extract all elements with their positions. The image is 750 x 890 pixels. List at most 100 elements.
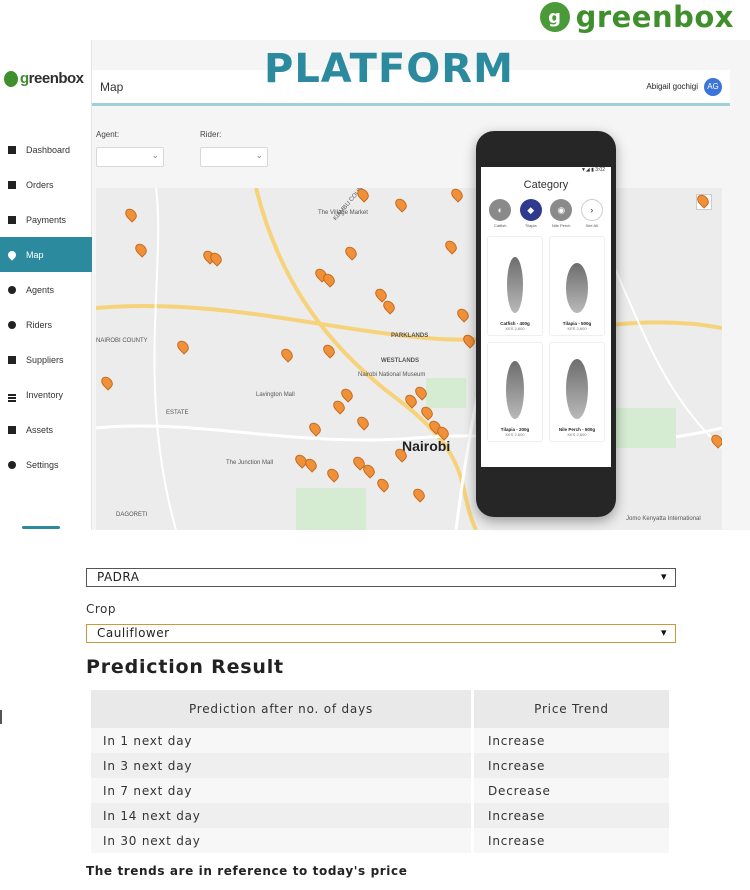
- market-select[interactable]: PADRA: [86, 568, 676, 587]
- category-label: Tilapia: [524, 223, 537, 228]
- sidebar-item-suppliers[interactable]: Suppliers: [0, 342, 92, 377]
- rider-icon: [8, 320, 16, 329]
- sidebar-item-orders[interactable]: Orders: [0, 167, 92, 202]
- assets-icon: [8, 425, 16, 434]
- sidebar-item-dashboard[interactable]: Dashboard: [0, 132, 92, 167]
- sidebar-nav: Dashboard Orders Payments Map Agents Rid…: [0, 132, 92, 482]
- fish-image: [507, 257, 523, 313]
- phone-mockup: ▼◢ ▮ 3:02 Category ◐ Catfish ◆ Tilapia ◉ Ni…: [476, 131, 616, 517]
- sidebar-item-label: Inventory: [26, 389, 64, 400]
- dashboard-icon: [8, 145, 16, 154]
- days-cell: In 30 next day: [91, 828, 471, 853]
- prediction-table: Prediction after no. of days Price Trend…: [88, 690, 672, 853]
- map-label-junction-mall: The Junction Mall: [226, 460, 274, 466]
- sidebar-item-label: Riders: [26, 319, 53, 330]
- table-row: In 30 next day Increase: [91, 828, 669, 853]
- sidebar-item-agents[interactable]: Agents: [0, 272, 92, 307]
- sidebar-item-assets[interactable]: Assets: [0, 412, 92, 447]
- prediction-note: The trends are in reference to today's p…: [86, 864, 408, 878]
- category-see-all[interactable]: › See All: [580, 199, 603, 228]
- sidebar: greenbox Dashboard Orders Payments Map A…: [0, 40, 92, 530]
- category-label: Catfish: [494, 223, 507, 228]
- sidebar-item-label: Map: [26, 249, 44, 260]
- product-price: KES 2,600: [567, 432, 587, 437]
- avatar[interactable]: AG: [704, 77, 722, 96]
- map-label-village-market: The Village Market: [318, 210, 368, 216]
- user-menu[interactable]: Abigail gochigi AG: [646, 77, 722, 96]
- sidebar-item-settings[interactable]: Settings: [0, 447, 92, 482]
- table-row: In 1 next day Increase: [91, 728, 669, 753]
- truck-icon: [8, 355, 16, 364]
- product-price: KES 2,600: [505, 432, 525, 437]
- rider-filter: Rider:: [200, 130, 268, 167]
- phone-screen: ▼◢ ▮ 3:02 Category ◐ Catfish ◆ Tilapia ◉ Ni…: [481, 167, 611, 467]
- category-nile-perch[interactable]: ◉ Nile Perch: [550, 199, 573, 228]
- map-label-westlands: WESTLANDS: [381, 358, 419, 364]
- sidebar-logo-text: greenbox: [20, 70, 84, 87]
- product-card[interactable]: Tilapia - 500g KES 2,600: [549, 236, 605, 336]
- trend-cell: Increase: [474, 803, 669, 828]
- days-cell: In 1 next day: [91, 728, 471, 753]
- sidebar-item-label: Payments: [26, 214, 67, 225]
- map-label-lavington: Lavington Mall: [256, 392, 295, 398]
- agent-select[interactable]: [96, 147, 164, 167]
- logo-text-prefix: g: [20, 70, 29, 87]
- catfish-icon: ◐: [489, 199, 512, 221]
- sidebar-item-label: Settings: [26, 459, 59, 470]
- dashboard-screenshot: greenbox Dashboard Orders Payments Map A…: [0, 40, 750, 530]
- category-list: ◐ Catfish ◆ Tilapia ◉ Nile Perch › See All: [481, 199, 611, 228]
- crop-select[interactable]: Cauliflower: [86, 624, 676, 643]
- sidebar-logo[interactable]: greenbox: [4, 70, 84, 87]
- agent-icon: [8, 285, 16, 294]
- trend-cell: Increase: [474, 753, 669, 778]
- sidebar-item-label: Orders: [26, 179, 54, 190]
- greenbox-brand: g greenbox: [539, 0, 734, 34]
- sidebar-item-map[interactable]: Map: [0, 237, 92, 272]
- tilapia-icon: ◆: [519, 199, 542, 221]
- trend-cell: Increase: [474, 728, 669, 753]
- user-name: Abigail gochigi: [646, 82, 698, 91]
- table-row: In 3 next day Increase: [91, 753, 669, 778]
- sidebar-item-label: Assets: [26, 424, 54, 435]
- sidebar-item-inventory[interactable]: Inventory: [0, 377, 92, 412]
- brand-name: greenbox: [575, 0, 734, 34]
- days-cell: In 7 next day: [91, 778, 471, 803]
- page-title: Map: [100, 79, 124, 94]
- chevron-right-icon: ›: [580, 199, 603, 221]
- product-card[interactable]: Tilapia - 200g KES 2,600: [487, 342, 543, 442]
- fish-image: [566, 359, 588, 419]
- map-label-parklands: PARKLANDS: [391, 333, 429, 339]
- map-label-estate: ESTATE: [166, 410, 189, 416]
- nile-perch-icon: ◉: [550, 199, 573, 221]
- greenbox-logo-mark-icon: [4, 70, 18, 87]
- rider-select[interactable]: [200, 147, 268, 167]
- logo-text-rest: reenbox: [28, 70, 84, 87]
- sidebar-item-payments[interactable]: Payments: [0, 202, 92, 237]
- table-row: In 14 next day Increase: [91, 803, 669, 828]
- map-label-museum: Nairobi National Museum: [358, 372, 426, 378]
- category-tilapia[interactable]: ◆ Tilapia: [519, 199, 542, 228]
- product-card[interactable]: Nile Perch - 500g KES 2,600: [549, 342, 605, 442]
- sidebar-item-label: Dashboard: [26, 144, 71, 155]
- filters: Agent: Rider:: [96, 130, 268, 167]
- list-icon: [8, 393, 16, 396]
- map-pin-icon: [6, 248, 18, 261]
- sidebar-item-riders[interactable]: Riders: [0, 307, 92, 342]
- product-card[interactable]: Catfish - 400g KES 2,600: [487, 236, 543, 336]
- product-grid: Catfish - 400g KES 2,600 Tilapia - 500g KE…: [481, 228, 611, 450]
- fish-image: [566, 263, 588, 313]
- payment-icon: [8, 215, 16, 224]
- product-price: KES 2,600: [505, 326, 525, 331]
- rider-filter-label: Rider:: [200, 130, 222, 139]
- map-view[interactable]: KIAMBU COUNTY NAIROBI COUNTY PARKLANDS W…: [96, 188, 722, 530]
- agent-filter-label: Agent:: [96, 130, 120, 139]
- column-header-trend: Price Trend: [474, 690, 669, 728]
- map-label-nairobi-county: NAIROBI COUNTY: [96, 338, 148, 344]
- trend-cell: Decrease: [474, 778, 669, 803]
- sidebar-item-label: Agents: [26, 284, 55, 295]
- category-catfish[interactable]: ◐ Catfish: [489, 199, 512, 228]
- product-price: KES 2,600: [567, 326, 587, 331]
- category-label: See All: [585, 223, 598, 228]
- trend-cell: Increase: [474, 828, 669, 853]
- column-header-days: Prediction after no. of days: [91, 690, 471, 728]
